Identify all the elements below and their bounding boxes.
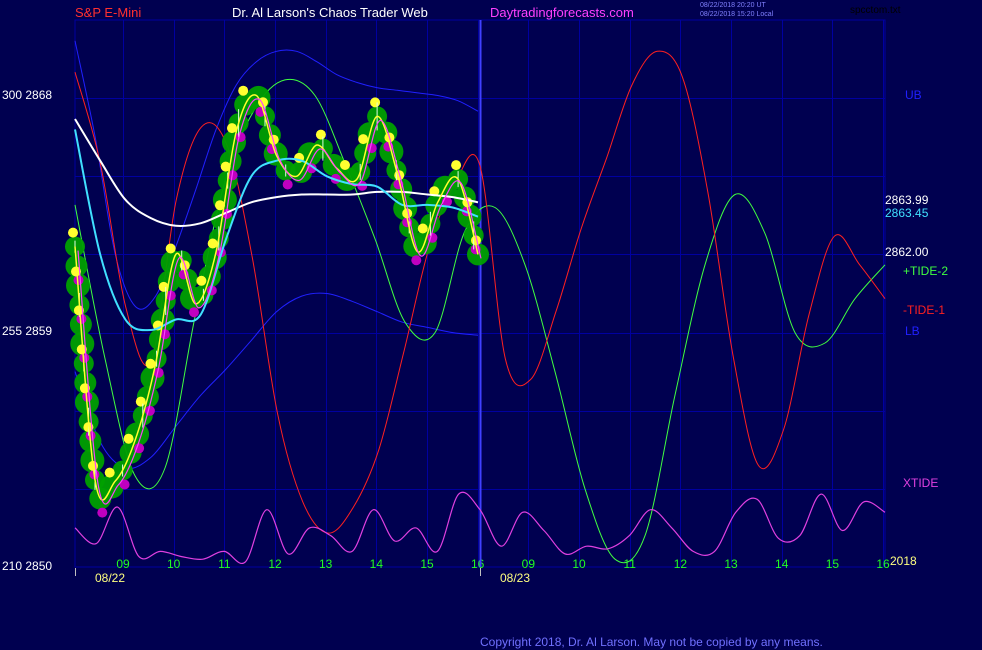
- x-time-tick: 09: [522, 557, 536, 571]
- ub-label: UB: [905, 88, 922, 102]
- series-price-lower: [77, 98, 482, 505]
- high-dot: [238, 85, 249, 96]
- series-ub: [74, 40, 479, 310]
- high-dot: [340, 160, 350, 170]
- high-dot: [104, 467, 115, 478]
- x-time-tick: 11: [218, 557, 231, 571]
- filename: spcctom.txt: [850, 5, 901, 16]
- price-cyan-label: 2863.45: [885, 206, 929, 220]
- x-time-tick: 10: [167, 557, 181, 571]
- x-time-tick: 16: [471, 557, 485, 571]
- x-time-tick: 10: [572, 557, 586, 571]
- xtide-label: XTIDE: [903, 476, 939, 490]
- high-dot: [207, 238, 218, 249]
- x-date-tick: 08/22: [95, 571, 125, 585]
- low-dot: [235, 132, 246, 143]
- site-url[interactable]: Daytradingforecasts.com: [490, 5, 634, 20]
- timestamp-local: 08/22/2018 15:20 Local: [700, 11, 774, 18]
- high-dot: [227, 123, 237, 134]
- tide2-label: +TIDE-2: [903, 264, 949, 278]
- copyright: Copyright 2018, Dr. Al Larson. May not b…: [480, 635, 823, 649]
- high-dot: [123, 433, 134, 444]
- x-time-tick: 15: [420, 557, 434, 571]
- high-dot: [358, 134, 369, 145]
- x-time-tick: 16: [876, 557, 890, 571]
- timestamp-ut: 08/22/2018 20:20 UT: [700, 2, 766, 9]
- x-time-tick: 09: [116, 557, 130, 571]
- low-dot: [411, 255, 422, 266]
- x-time-tick: 13: [724, 557, 738, 571]
- symbol-title: S&P E-Mini: [75, 5, 142, 20]
- y-label-bottom: 210 2850: [2, 559, 53, 573]
- series-price: [74, 94, 479, 501]
- low-dot: [357, 180, 368, 191]
- low-dot: [282, 179, 293, 190]
- x-time-tick: 13: [319, 557, 333, 571]
- y-label-mid: 255 2859: [2, 324, 53, 338]
- tide1-label: -TIDE-1: [903, 303, 945, 317]
- high-dot: [68, 227, 78, 238]
- site-title: Dr. Al Larson's Chaos Trader Web: [232, 5, 428, 20]
- high-dot: [417, 223, 428, 234]
- high-dot: [370, 97, 381, 108]
- high-dot: [451, 160, 462, 171]
- x-date-tick: 08/23: [500, 571, 530, 585]
- price-white-label: 2863.99: [885, 193, 929, 207]
- x-time-tick: 14: [775, 557, 789, 571]
- year-label: 2018: [890, 554, 917, 568]
- lb-label: LB: [905, 324, 920, 338]
- x-time-tick: 12: [674, 557, 688, 571]
- low-dot: [189, 307, 199, 318]
- x-time-tick: 11: [623, 557, 636, 571]
- high-dot: [135, 396, 146, 407]
- high-dot: [315, 129, 326, 140]
- low-dot: [97, 507, 108, 518]
- high-dot: [145, 358, 156, 369]
- high-dot: [165, 243, 176, 254]
- price-last-label: 2862.00: [885, 245, 929, 259]
- high-dot: [196, 275, 207, 286]
- chaos-chart: 09 10 11 12 13 14 15 16 09 10 11 12 13 14 15 16 08/22 08/…: [65, 19, 890, 585]
- x-time-tick: 14: [370, 557, 384, 571]
- low-dot: [144, 405, 155, 416]
- x-time-tick: 15: [826, 557, 840, 571]
- x-time-tick: 12: [268, 557, 282, 571]
- y-label-top: 300 2868: [2, 88, 53, 102]
